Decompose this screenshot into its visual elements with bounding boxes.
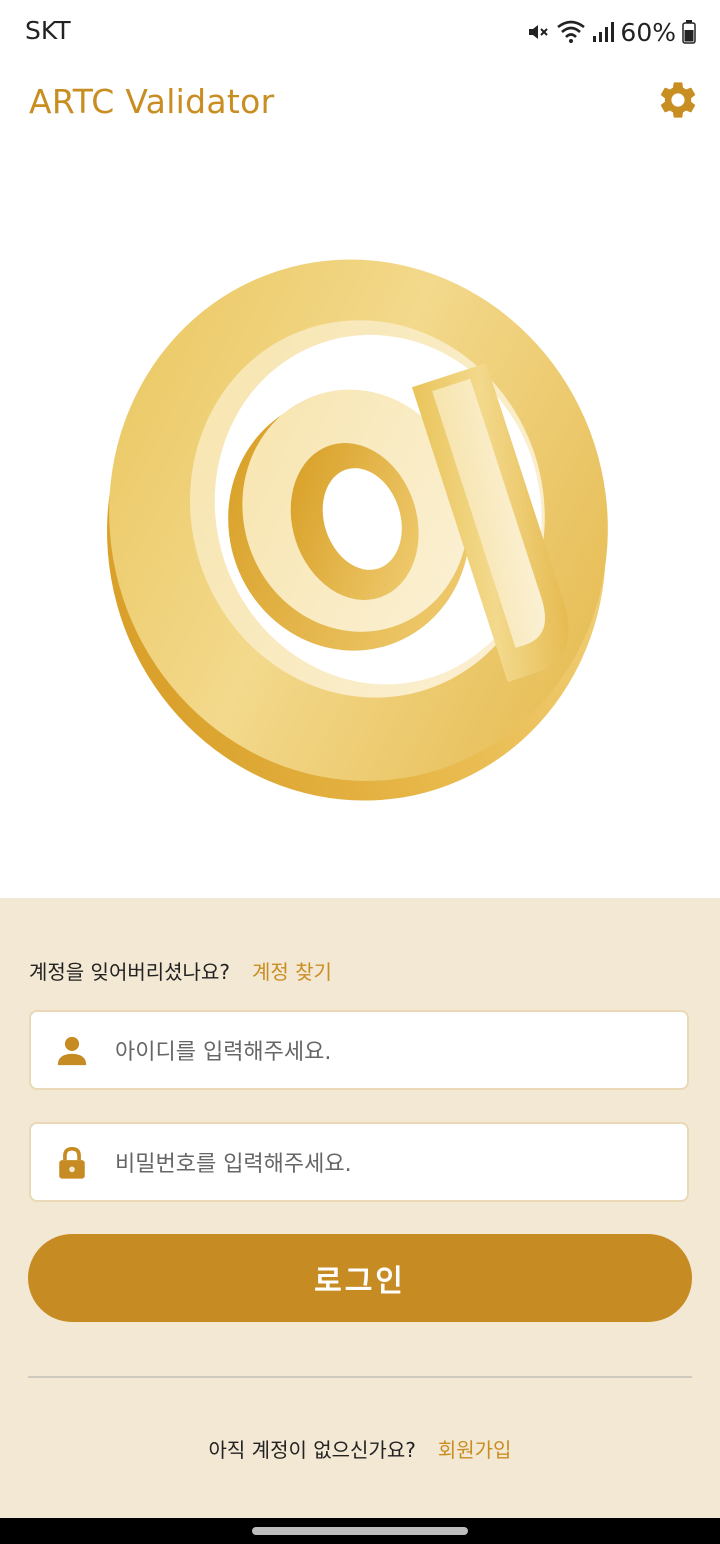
- battery-percentage: 60%: [620, 17, 676, 47]
- gear-icon[interactable]: [656, 78, 700, 122]
- lock-icon: [59, 1146, 85, 1179]
- signup-link[interactable]: 회원가입: [438, 1434, 512, 1463]
- system-nav-bar: [0, 1518, 720, 1544]
- app-title: ARTC Validator: [29, 82, 275, 121]
- forgot-account-text: 계정을 잊어버리셨나요?: [29, 960, 230, 984]
- login-panel: 계정을 잊어버리셨나요? 계정 찾기 로그인 아직 계정이 없으신가요? 회원가…: [0, 898, 720, 1518]
- at-sign-3d-icon: [107, 259, 608, 801]
- find-account-link[interactable]: 계정 찾기: [252, 956, 332, 985]
- no-account-text: 아직 계정이 없으신가요?: [208, 1438, 416, 1462]
- signup-row: 아직 계정이 없으신가요? 회원가입: [0, 1434, 720, 1463]
- carrier-label: SKT: [25, 16, 71, 45]
- wifi-icon: [557, 20, 586, 43]
- status-bar: SKT 60%: [0, 0, 720, 64]
- signal-icon: [593, 22, 615, 42]
- home-indicator[interactable]: [252, 1527, 468, 1535]
- password-input[interactable]: [113, 1138, 677, 1190]
- person-icon: [57, 1036, 87, 1066]
- id-input-box[interactable]: [29, 1010, 689, 1090]
- battery-icon: [682, 20, 696, 44]
- status-icons: 60%: [526, 14, 696, 50]
- password-input-box[interactable]: [29, 1122, 689, 1202]
- forgot-account-row: 계정을 잊어버리셨나요? 계정 찾기: [29, 956, 332, 985]
- mute-icon: [529, 25, 549, 39]
- divider: [28, 1376, 692, 1378]
- app-header: ARTC Validator: [0, 64, 720, 144]
- id-input[interactable]: [113, 1026, 677, 1078]
- login-button[interactable]: 로그인: [28, 1234, 692, 1322]
